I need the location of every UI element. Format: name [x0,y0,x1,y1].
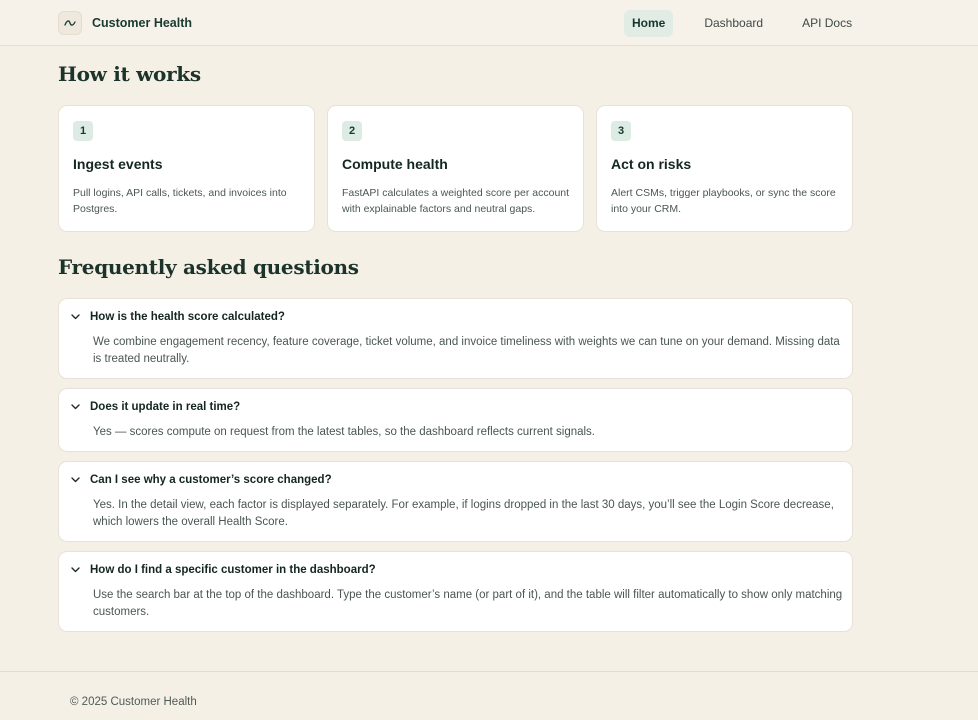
step-card: 2 Compute health FastAPI calculates a we… [327,105,584,232]
step-card: 3 Act on risks Alert CSMs, trigger playb… [596,105,853,232]
nav-home-link[interactable]: Home [624,10,674,37]
step-title: Ingest events [73,156,163,172]
faq-answer: We combine engagement recency, feature c… [93,336,840,365]
step-description: Pull logins, API calls, tickets, and inv… [73,187,287,215]
faq-answer: Yes — scores compute on request from the… [93,426,596,438]
how-it-works-heading: How it works [58,62,201,86]
faq-question: Does it update in real time? [90,401,241,413]
nav-api-docs-link[interactable]: API Docs [794,10,860,37]
step-number-badge: 3 [611,121,631,141]
brand-name: Customer Health [92,16,193,30]
faq-question: Can I see why a customer’s score changed… [90,474,332,486]
step-title: Compute health [342,156,448,172]
faq-question-toggle[interactable]: How is the health score calculated? [71,311,285,323]
top-navigation-bar: Customer Health Home Dashboard API Docs [0,0,978,46]
faq-question-toggle[interactable]: How do I find a specific customer in the… [71,564,376,576]
chevron-down-icon [71,312,81,322]
footer-copyright: © 2025 Customer Health [70,696,197,708]
faq-item: Does it update in real time? Yes — score… [58,388,853,452]
faq-heading: Frequently asked questions [58,255,359,279]
faq-question: How do I find a specific customer in the… [90,564,376,576]
faq-question-toggle[interactable]: Can I see why a customer’s score changed… [71,474,332,486]
faq-item: Can I see why a customer’s score changed… [58,461,853,542]
brand[interactable]: Customer Health [58,10,192,36]
step-card: 1 Ingest events Pull logins, API calls, … [58,105,315,232]
step-number-badge: 1 [73,121,93,141]
footer-divider [0,671,978,672]
nav-dashboard-link[interactable]: Dashboard [696,10,771,37]
main-nav: Home Dashboard API Docs [624,10,860,37]
faq-question: How is the health score calculated? [90,311,285,323]
chevron-down-icon [71,475,81,485]
step-title: Act on risks [611,156,692,172]
step-description: FastAPI calculates a weighted score per … [342,187,570,215]
faq-item: How is the health score calculated? We c… [58,298,853,379]
faq-item: How do I find a specific customer in the… [58,551,853,632]
chevron-down-icon [71,565,81,575]
step-description: Alert CSMs, trigger playbooks, or sync t… [611,187,836,215]
chevron-down-icon [71,402,81,412]
faq-answer: Yes. In the detail view, each factor is … [93,499,834,528]
faq-question-toggle[interactable]: Does it update in real time? [71,401,240,413]
faq-answer: Use the search bar at the top of the das… [93,589,843,618]
step-number-badge: 2 [342,121,362,141]
logo-icon [58,11,82,35]
